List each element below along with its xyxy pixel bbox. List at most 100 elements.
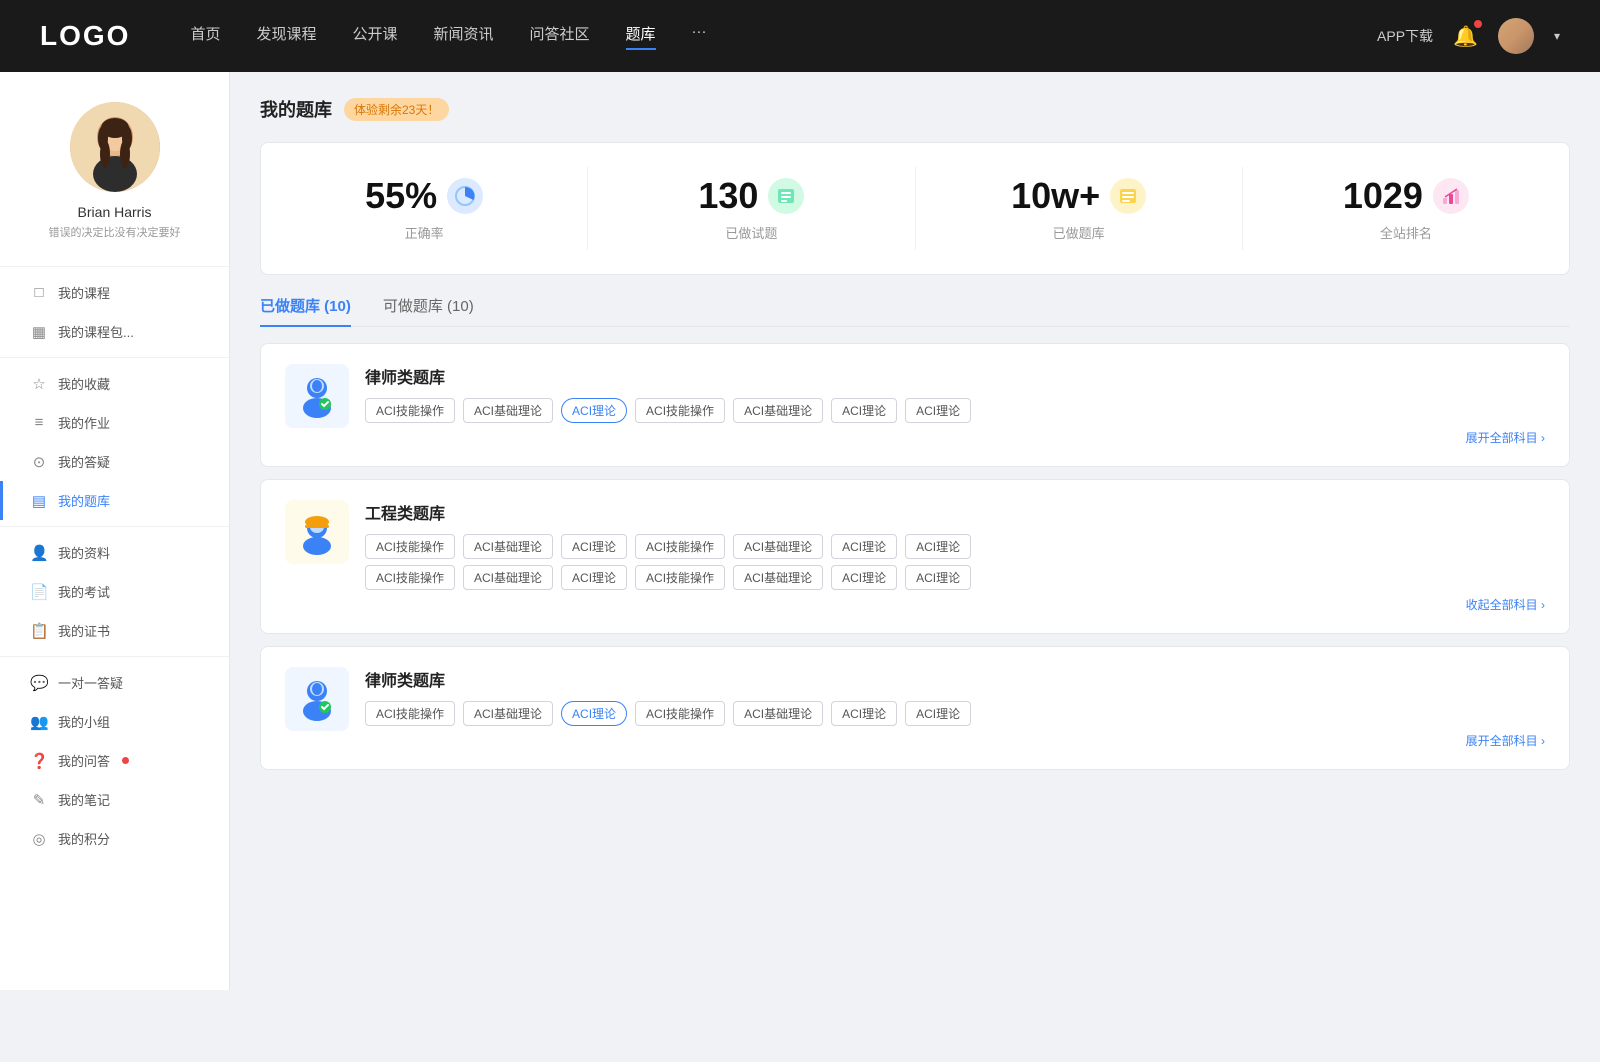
tab-available-banks[interactable]: 可做题库 (10) xyxy=(383,295,474,326)
sidebar-item-group[interactable]: 👥 我的小组 xyxy=(0,702,229,741)
eng-tag-7[interactable]: ACI理论 xyxy=(905,534,971,559)
nav-open-course[interactable]: 公开课 xyxy=(352,23,397,50)
sidebar-item-points[interactable]: ◎ 我的积分 xyxy=(0,819,229,858)
qb-content-engineer: 工程类题库 ACI技能操作 ACI基础理论 ACI理论 ACI技能操作 ACI基… xyxy=(365,500,1545,613)
nav-home[interactable]: 首页 xyxy=(190,23,220,50)
navbar: LOGO 首页 发现课程 公开课 新闻资讯 问答社区 题库 ··· APP下载 … xyxy=(0,0,1600,72)
sidebar-item-questionbank[interactable]: ▤ 我的题库 xyxy=(0,481,229,520)
l2-tag-6[interactable]: ACI理论 xyxy=(831,701,897,726)
user-dropdown-arrow[interactable]: ▾ xyxy=(1554,29,1560,43)
main-content: 我的题库 体验剩余23天！ 55% xyxy=(230,72,1600,990)
ranking-icon xyxy=(1440,185,1462,207)
sidebar-item-favorites[interactable]: ☆ 我的收藏 xyxy=(0,364,229,403)
sidebar-item-homework[interactable]: ≡ 我的作业 xyxy=(0,403,229,442)
stat-correct-icon xyxy=(447,178,483,214)
expand-link-lawyer-1[interactable]: 展开全部科目 › xyxy=(365,429,1545,446)
qb-section-lawyer-1: 律师类题库 ACI技能操作 ACI基础理论 ACI理论 ACI技能操作 ACI基… xyxy=(260,343,1570,467)
nav-more[interactable]: ··· xyxy=(692,23,707,50)
sidebar-label-materials: 我的资料 xyxy=(58,543,110,562)
l2-tag-4[interactable]: ACI技能操作 xyxy=(635,701,725,726)
favorites-icon: ☆ xyxy=(30,375,48,393)
eng-tag-3[interactable]: ACI理论 xyxy=(561,534,627,559)
eng-tag-10[interactable]: ACI理论 xyxy=(561,565,627,590)
l2-tag-1[interactable]: ACI技能操作 xyxy=(365,701,455,726)
eng-tag-11[interactable]: ACI技能操作 xyxy=(635,565,725,590)
user-avatar-nav[interactable] xyxy=(1498,18,1534,54)
collapse-link-engineer[interactable]: 收起全部科目 › xyxy=(365,596,1545,613)
eng-tag-1[interactable]: ACI技能操作 xyxy=(365,534,455,559)
questions-icon: ❓ xyxy=(30,752,48,770)
points-icon: ◎ xyxy=(30,830,48,848)
eng-tag-8[interactable]: ACI技能操作 xyxy=(365,565,455,590)
qb-header-lawyer-2: 律师类题库 ACI技能操作 ACI基础理论 ACI理论 ACI技能操作 ACI基… xyxy=(285,667,1545,749)
sidebar-label-notes: 我的笔记 xyxy=(58,790,110,809)
tag-1[interactable]: ACI技能操作 xyxy=(365,398,455,423)
main-scroll: 我的题库 体验剩余23天！ 55% xyxy=(260,96,1570,782)
tag-3-active[interactable]: ACI理论 xyxy=(561,398,627,423)
page-wrapper: Brian Harris 错误的决定比没有决定要好 □ 我的课程 ▦ 我的课程包… xyxy=(0,72,1600,990)
sidebar-item-exam[interactable]: 📄 我的考试 xyxy=(0,572,229,611)
l2-tag-2[interactable]: ACI基础理论 xyxy=(463,701,553,726)
qb-title-engineer: 工程类题库 xyxy=(365,500,1545,524)
eng-tag-13[interactable]: ACI理论 xyxy=(831,565,897,590)
notification-bell[interactable]: 🔔 xyxy=(1453,24,1478,49)
app-download-link[interactable]: APP下载 xyxy=(1377,26,1433,46)
sidebar-item-course[interactable]: □ 我的课程 xyxy=(0,273,229,312)
sidebar-label-questions: 我的问答 xyxy=(58,751,110,770)
nav-news[interactable]: 新闻资讯 xyxy=(434,23,494,50)
sidebar-divider-2 xyxy=(0,526,229,527)
stat-correct-rate: 55% 正确率 xyxy=(261,167,588,250)
course-package-icon: ▦ xyxy=(30,323,48,341)
qb-icon-engineer xyxy=(285,500,349,564)
sidebar-item-tutoring[interactable]: 💬 一对一答疑 xyxy=(0,663,229,702)
expand-link-lawyer-2[interactable]: 展开全部科目 › xyxy=(365,732,1545,749)
engineer-helmet-icon xyxy=(293,508,341,556)
pie-chart-icon xyxy=(454,185,476,207)
eng-tag-9[interactable]: ACI基础理论 xyxy=(463,565,553,590)
eng-tag-2[interactable]: ACI基础理论 xyxy=(463,534,553,559)
tags-row-lawyer-1: ACI技能操作 ACI基础理论 ACI理论 ACI技能操作 ACI基础理论 AC… xyxy=(365,398,1545,423)
stats-card: 55% 正确率 130 xyxy=(260,142,1570,275)
stat-banks-label: 已做题库 xyxy=(1053,223,1105,242)
stat-ranking: 1029 全站排名 xyxy=(1243,167,1569,250)
tab-done-banks[interactable]: 已做题库 (10) xyxy=(260,295,351,326)
nav-qa[interactable]: 问答社区 xyxy=(530,23,590,50)
tag-5[interactable]: ACI基础理论 xyxy=(733,398,823,423)
qb-header-lawyer-1: 律师类题库 ACI技能操作 ACI基础理论 ACI理论 ACI技能操作 ACI基… xyxy=(285,364,1545,446)
sidebar-divider-top xyxy=(0,266,229,267)
questionbank-icon: ▤ xyxy=(30,492,48,510)
sidebar-item-questions[interactable]: ❓ 我的问答 xyxy=(0,741,229,780)
eng-tag-12[interactable]: ACI基础理论 xyxy=(733,565,823,590)
tag-7[interactable]: ACI理论 xyxy=(905,398,971,423)
tag-4[interactable]: ACI技能操作 xyxy=(635,398,725,423)
sidebar-item-course-package[interactable]: ▦ 我的课程包... xyxy=(0,312,229,351)
qb-header-engineer: 工程类题库 ACI技能操作 ACI基础理论 ACI理论 ACI技能操作 ACI基… xyxy=(285,500,1545,613)
eng-tag-5[interactable]: ACI基础理论 xyxy=(733,534,823,559)
sidebar-label-exam: 我的考试 xyxy=(58,582,110,601)
nav-quiz[interactable]: 题库 xyxy=(626,23,656,50)
qb-title-lawyer-2: 律师类题库 xyxy=(365,667,1545,691)
tag-2[interactable]: ACI基础理论 xyxy=(463,398,553,423)
tag-6[interactable]: ACI理论 xyxy=(831,398,897,423)
stat-done-number: 130 xyxy=(698,175,758,217)
exam-icon: 📄 xyxy=(30,583,48,601)
navbar-right: APP下载 🔔 ▾ xyxy=(1377,18,1560,54)
sidebar-item-certificate[interactable]: 📋 我的证书 xyxy=(0,611,229,650)
sidebar-item-materials[interactable]: 👤 我的资料 xyxy=(0,533,229,572)
l2-tag-5[interactable]: ACI基础理论 xyxy=(733,701,823,726)
qb-icon-lawyer-2 xyxy=(285,667,349,731)
stat-ranking-top: 1029 xyxy=(1343,175,1469,217)
l2-tag-7[interactable]: ACI理论 xyxy=(905,701,971,726)
eng-tag-14[interactable]: ACI理论 xyxy=(905,565,971,590)
avatar xyxy=(70,102,160,192)
bell-badge xyxy=(1474,20,1482,28)
sidebar-item-notes[interactable]: ✎ 我的笔记 xyxy=(0,780,229,819)
sidebar-item-qa[interactable]: ⊙ 我的答疑 xyxy=(0,442,229,481)
nav-courses[interactable]: 发现课程 xyxy=(256,23,316,50)
eng-tag-4[interactable]: ACI技能操作 xyxy=(635,534,725,559)
group-icon: 👥 xyxy=(30,713,48,731)
stat-correct-label: 正确率 xyxy=(405,223,444,242)
course-icon: □ xyxy=(30,284,48,301)
l2-tag-3-active[interactable]: ACI理论 xyxy=(561,701,627,726)
eng-tag-6[interactable]: ACI理论 xyxy=(831,534,897,559)
